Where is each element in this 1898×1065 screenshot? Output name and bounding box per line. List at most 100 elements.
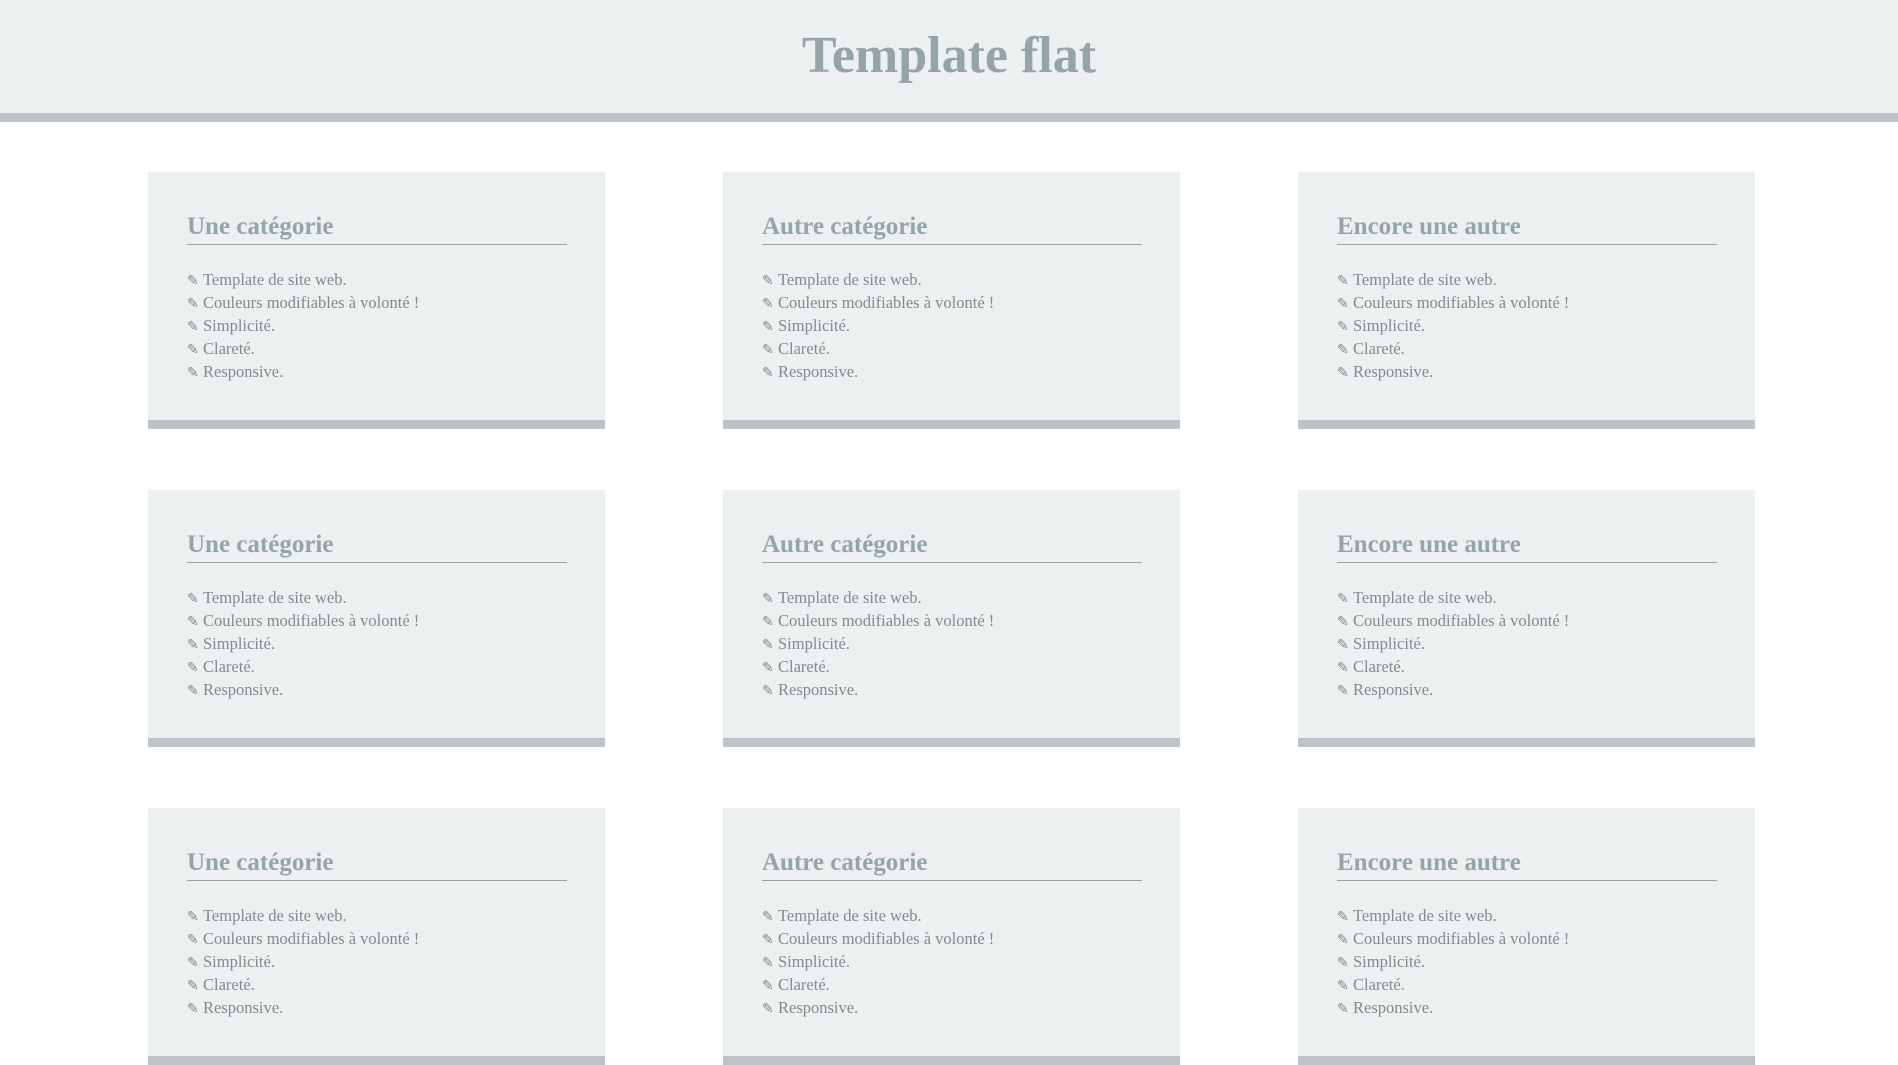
list-item-label: Template de site web. [203, 588, 347, 607]
pencil-icon: ✎ [187, 683, 199, 699]
list-item-label: Template de site web. [203, 906, 347, 925]
feature-list: ✎ Template de site web. ✎ Couleurs modifia… [1337, 268, 1569, 383]
pencil-icon: ✎ [187, 319, 199, 335]
pencil-icon: ✎ [1337, 1001, 1349, 1017]
list-item: ✎ Clareté. [1337, 655, 1569, 678]
pencil-icon: ✎ [762, 365, 774, 381]
list-item-label: Couleurs modifiables à volonté ! [778, 293, 995, 312]
card-title: Une catégorie [187, 528, 567, 563]
pencil-icon: ✎ [762, 955, 774, 971]
list-item-label: Couleurs modifiables à volonté ! [1353, 929, 1570, 948]
feature-list: ✎ Template de site web. ✎ Couleurs modifia… [187, 586, 419, 701]
pencil-icon: ✎ [187, 955, 199, 971]
pencil-icon: ✎ [1337, 273, 1349, 289]
category-card: Autre catégorie ✎ Template de site web. ✎… [723, 172, 1180, 429]
category-card: Encore une autre ✎ Template de site web. … [1298, 172, 1755, 429]
feature-list: ✎ Template de site web. ✎ Couleurs modifia… [762, 586, 994, 701]
pencil-icon: ✎ [1337, 660, 1349, 676]
pencil-icon: ✎ [1337, 955, 1349, 971]
list-item: ✎ Simplicité. [187, 314, 419, 337]
list-item: ✎ Template de site web. [1337, 586, 1569, 609]
list-item: ✎ Responsive. [187, 360, 419, 383]
list-item-label: Template de site web. [1353, 906, 1497, 925]
list-item: ✎ Template de site web. [1337, 268, 1569, 291]
pencil-icon: ✎ [1337, 365, 1349, 381]
list-item-label: Template de site web. [778, 270, 922, 289]
list-item-label: Template de site web. [1353, 588, 1497, 607]
list-item: ✎ Clareté. [1337, 973, 1569, 996]
pencil-icon: ✎ [1337, 614, 1349, 630]
list-item: ✎ Clareté. [1337, 337, 1569, 360]
list-item-label: Couleurs modifiables à volonté ! [778, 929, 995, 948]
list-item-label: Simplicité. [203, 634, 275, 653]
pencil-icon: ✎ [762, 614, 774, 630]
list-item: ✎ Couleurs modifiables à volonté ! [187, 291, 419, 314]
pencil-icon: ✎ [187, 342, 199, 358]
list-item: ✎ Template de site web. [762, 904, 994, 927]
page-title: Template flat [801, 27, 1097, 84]
list-item-label: Couleurs modifiables à volonté ! [778, 611, 995, 630]
pencil-icon: ✎ [762, 683, 774, 699]
card-title: Une catégorie [187, 210, 567, 245]
list-item-label: Responsive. [1353, 362, 1434, 381]
list-item-label: Simplicité. [1353, 634, 1425, 653]
list-item-label: Clareté. [203, 657, 255, 676]
list-item-label: Simplicité. [778, 316, 850, 335]
pencil-icon: ✎ [762, 978, 774, 994]
list-item: ✎ Couleurs modifiables à volonté ! [1337, 927, 1569, 950]
list-item: ✎ Couleurs modifiables à volonté ! [762, 609, 994, 632]
list-item: ✎ Simplicité. [762, 632, 994, 655]
list-item: ✎ Couleurs modifiables à volonté ! [1337, 609, 1569, 632]
list-item: ✎ Simplicité. [187, 950, 419, 973]
list-item-label: Clareté. [203, 339, 255, 358]
list-item: ✎ Couleurs modifiables à volonté ! [762, 291, 994, 314]
pencil-icon: ✎ [1337, 319, 1349, 335]
card-title: Encore une autre [1337, 528, 1717, 563]
list-item-label: Couleurs modifiables à volonté ! [1353, 293, 1570, 312]
list-item: ✎ Responsive. [762, 996, 994, 1019]
pencil-icon: ✎ [762, 591, 774, 607]
list-item: ✎ Template de site web. [187, 904, 419, 927]
feature-list: ✎ Template de site web. ✎ Couleurs modifia… [187, 904, 419, 1019]
page-header: Template flat [0, 0, 1898, 122]
list-item-label: Simplicité. [778, 634, 850, 653]
list-item-label: Responsive. [778, 362, 859, 381]
feature-list: ✎ Template de site web. ✎ Couleurs modifia… [1337, 586, 1569, 701]
list-item-label: Simplicité. [203, 316, 275, 335]
list-item-label: Clareté. [1353, 339, 1405, 358]
pencil-icon: ✎ [187, 909, 199, 925]
list-item-label: Couleurs modifiables à volonté ! [203, 611, 420, 630]
list-item: ✎ Template de site web. [187, 268, 419, 291]
pencil-icon: ✎ [187, 932, 199, 948]
list-item-label: Responsive. [203, 680, 284, 699]
pencil-icon: ✎ [762, 909, 774, 925]
card-title: Encore une autre [1337, 210, 1717, 245]
pencil-icon: ✎ [187, 978, 199, 994]
list-item: ✎ Clareté. [187, 337, 419, 360]
list-item: ✎ Responsive. [762, 678, 994, 701]
list-item: ✎ Template de site web. [1337, 904, 1569, 927]
list-item-label: Couleurs modifiables à volonté ! [1353, 611, 1570, 630]
pencil-icon: ✎ [187, 273, 199, 289]
list-item: ✎ Couleurs modifiables à volonté ! [762, 927, 994, 950]
list-item: ✎ Template de site web. [762, 268, 994, 291]
pencil-icon: ✎ [187, 296, 199, 312]
feature-list: ✎ Template de site web. ✎ Couleurs modifia… [762, 268, 994, 383]
list-item-label: Responsive. [778, 998, 859, 1017]
list-item: ✎ Responsive. [762, 360, 994, 383]
list-item: ✎ Simplicité. [1337, 632, 1569, 655]
pencil-icon: ✎ [1337, 296, 1349, 312]
card-title: Encore une autre [1337, 846, 1717, 881]
list-item-label: Responsive. [1353, 998, 1434, 1017]
list-item: ✎ Couleurs modifiables à volonté ! [1337, 291, 1569, 314]
list-item-label: Responsive. [203, 362, 284, 381]
pencil-icon: ✎ [1337, 932, 1349, 948]
pencil-icon: ✎ [1337, 978, 1349, 994]
pencil-icon: ✎ [762, 319, 774, 335]
list-item: ✎ Couleurs modifiables à volonté ! [187, 927, 419, 950]
card-title: Une catégorie [187, 846, 567, 881]
pencil-icon: ✎ [187, 1001, 199, 1017]
list-item-label: Clareté. [203, 975, 255, 994]
pencil-icon: ✎ [1337, 342, 1349, 358]
pencil-icon: ✎ [187, 591, 199, 607]
